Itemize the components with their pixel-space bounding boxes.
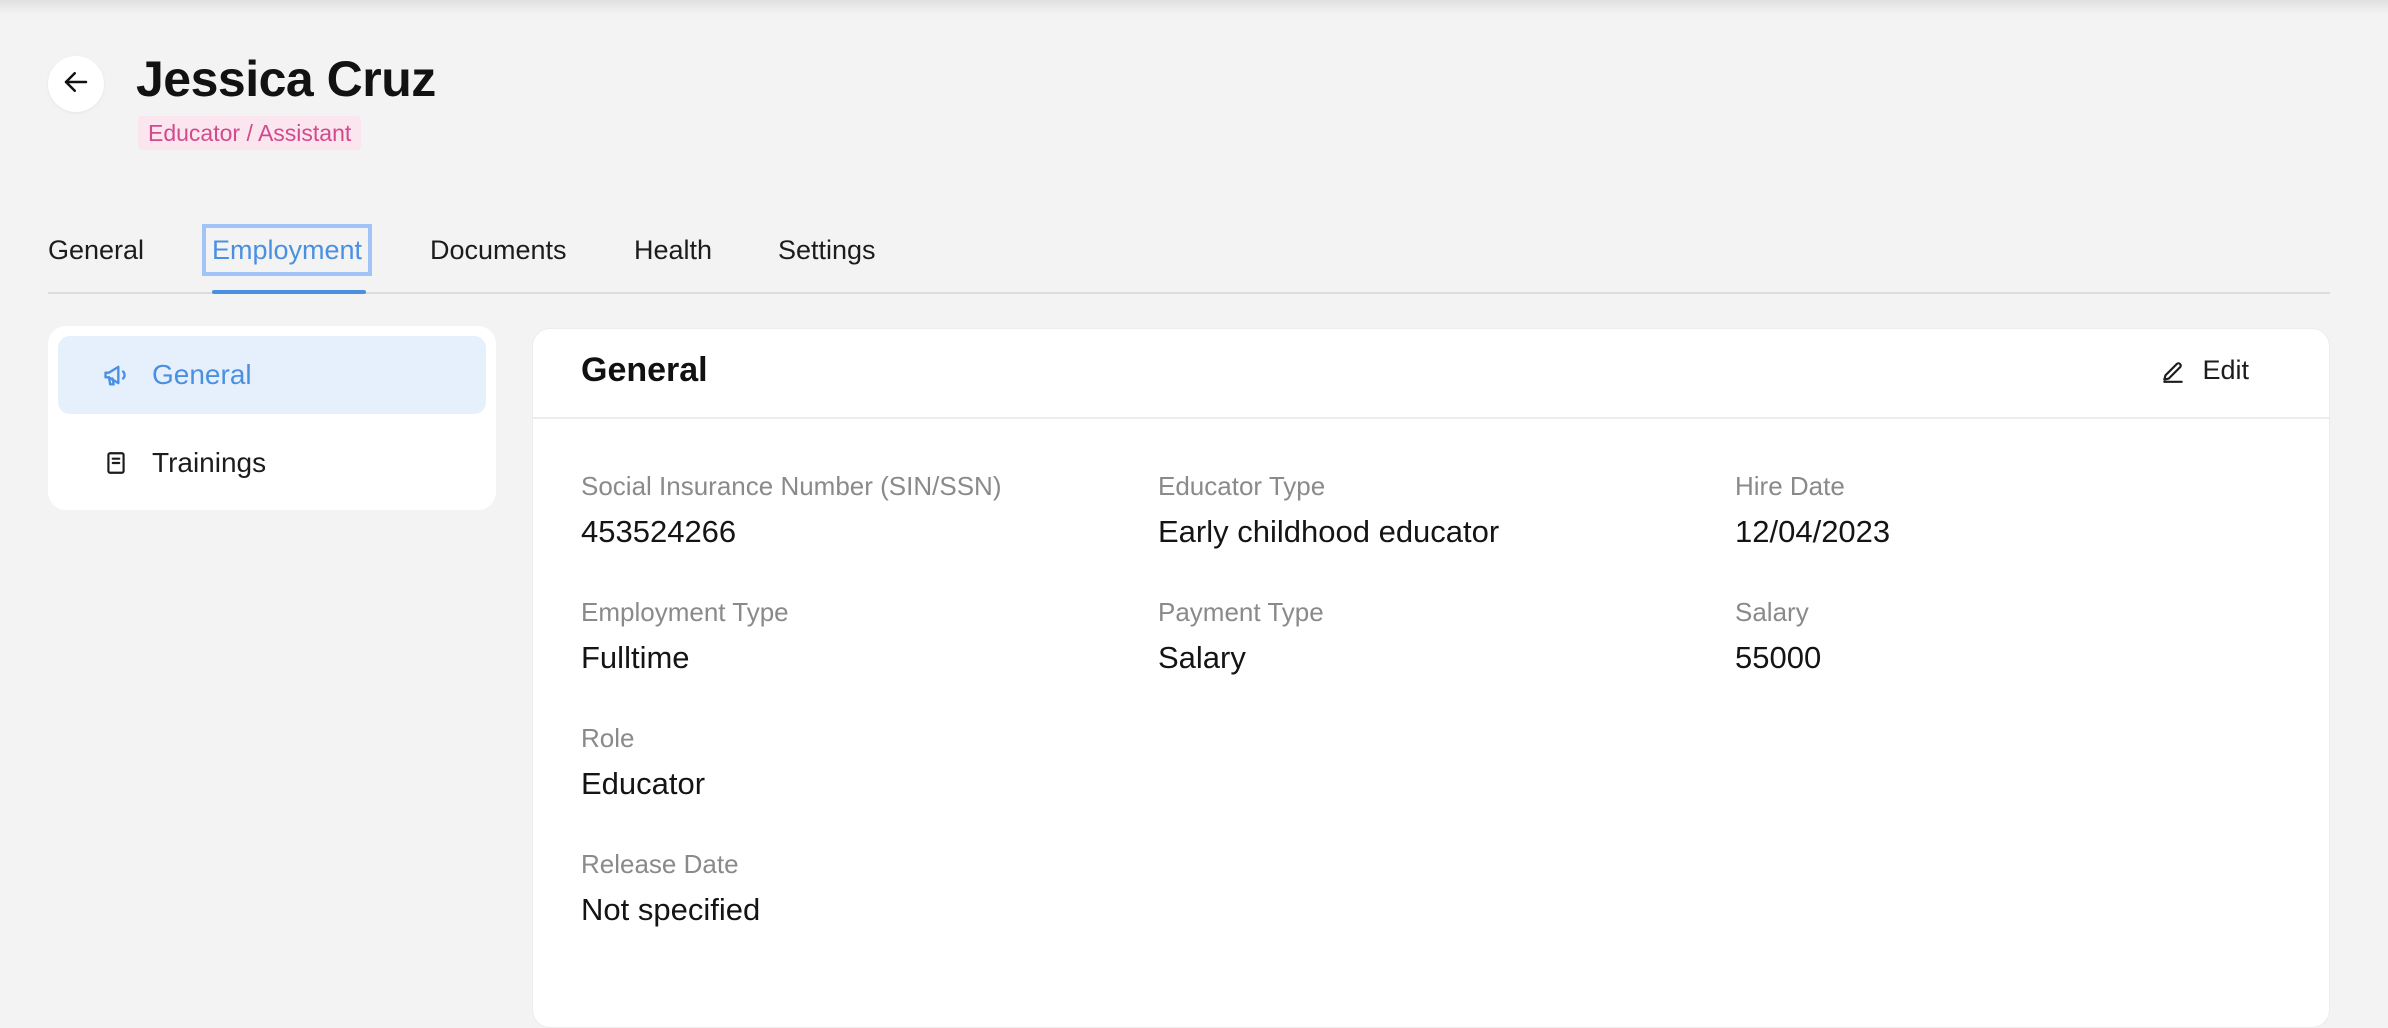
profile-header: Jessica Cruz Educator / Assistant <box>48 50 848 160</box>
edit-button[interactable]: Edit <box>2160 355 2249 386</box>
field-value: Educator <box>581 766 706 801</box>
sidebar-item-label: Trainings <box>152 447 267 478</box>
field-salary: Salary 55000 <box>1735 595 1821 677</box>
tab-documents[interactable]: Documents <box>424 228 573 272</box>
sidebar-item-trainings[interactable]: Trainings <box>58 424 486 502</box>
tab-settings[interactable]: Settings <box>772 228 882 272</box>
field-label: Salary <box>1735 597 1809 627</box>
pencil-icon <box>2160 357 2188 385</box>
field-release-date: Release Date Not specified <box>581 847 760 929</box>
edit-label: Edit <box>2202 355 2249 385</box>
field-label: Role <box>581 723 635 753</box>
field-value: Fulltime <box>581 640 690 675</box>
field-value: Salary <box>1158 640 1246 675</box>
field-value: 453524266 <box>581 514 737 549</box>
tab-employment[interactable]: Employment <box>201 224 373 276</box>
section-sidebar: General Trainings <box>48 326 496 510</box>
megaphone-icon <box>102 361 130 389</box>
active-tab-indicator <box>212 290 366 294</box>
field-label: Educator Type <box>1158 471 1326 501</box>
panel-title: General <box>581 351 708 389</box>
field-value: Early childhood educator <box>1158 514 1500 549</box>
field-value: 12/04/2023 <box>1735 514 1891 549</box>
top-shadow <box>0 0 2388 14</box>
field-employment-type: Employment Type Fulltime <box>581 595 789 677</box>
field-label: Employment Type <box>581 597 789 627</box>
role-badge: Educator / Assistant <box>138 116 362 150</box>
page-title: Jessica Cruz <box>136 51 436 107</box>
arrow-left-icon <box>61 67 91 102</box>
panel-header: General Edit <box>533 329 2329 419</box>
field-label: Hire Date <box>1735 471 1845 501</box>
field-educator-type: Educator Type Early childhood educator <box>1158 469 1499 551</box>
field-label: Social Insurance Number (SIN/SSN) <box>581 471 1002 501</box>
field-payment-type: Payment Type Salary <box>1158 595 1324 677</box>
field-value: 55000 <box>1735 640 1822 675</box>
field-label: Release Date <box>581 849 739 879</box>
field-label: Payment Type <box>1158 597 1324 627</box>
field-value: Not specified <box>581 892 761 927</box>
field-hire-date: Hire Date 12/04/2023 <box>1735 469 1890 551</box>
tab-health[interactable]: Health <box>628 228 718 272</box>
field-sin: Social Insurance Number (SIN/SSN) 453524… <box>581 469 1001 551</box>
tab-bar: General Employment Documents Health Sett… <box>48 214 2330 294</box>
book-icon <box>102 449 130 477</box>
sidebar-item-label: General <box>152 359 252 390</box>
back-button[interactable] <box>48 56 104 112</box>
employment-general-panel: General Edit Social Insurance Number (SI… <box>532 328 2330 1028</box>
tab-general[interactable]: General <box>42 228 150 272</box>
field-role: Role Educator <box>581 721 705 803</box>
sidebar-item-general[interactable]: General <box>58 336 486 414</box>
